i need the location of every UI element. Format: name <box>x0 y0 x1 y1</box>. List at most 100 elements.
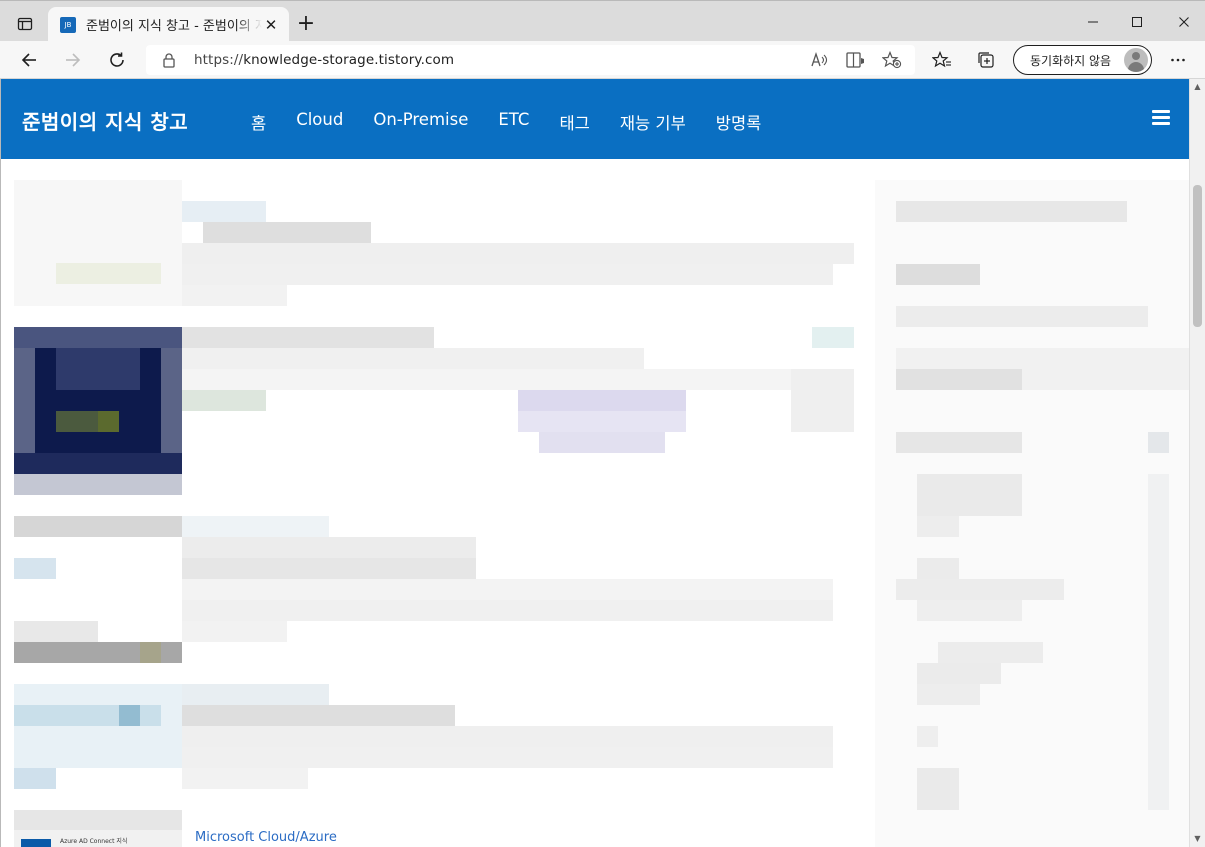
nav-etc[interactable]: ETC <box>498 110 529 134</box>
favorites-icon[interactable] <box>930 48 954 72</box>
post-excerpt-1a <box>182 243 854 264</box>
post-title-3[interactable] <box>182 537 476 558</box>
thumbnail-detail <box>14 474 182 495</box>
post-meta-2 <box>182 390 266 411</box>
post-excerpt-3a <box>182 558 476 579</box>
nav-donation[interactable]: 재능 기부 <box>620 110 686 134</box>
post-title-2[interactable] <box>182 327 434 348</box>
sidebar-item[interactable] <box>896 306 1148 327</box>
more-options-icon[interactable] <box>1166 48 1190 72</box>
menu-hamburger-icon[interactable] <box>1152 110 1170 126</box>
blog-title-link[interactable]: 준범이의 지식 창고 <box>22 106 188 135</box>
sidebar-category-item[interactable] <box>917 474 1022 516</box>
post-excerpt-2a <box>182 348 644 369</box>
sidebar-category-item[interactable] <box>917 558 959 579</box>
minimize-icon[interactable] <box>1080 9 1106 35</box>
nav-on-premise[interactable]: On-Premise <box>373 110 468 134</box>
sidebar-heading-1 <box>896 264 980 285</box>
add-favorite-icon[interactable] <box>880 48 904 72</box>
sidebar-category-item[interactable] <box>938 642 1043 663</box>
nav-tag[interactable]: 태그 <box>559 110 589 134</box>
post-thumbnail-5[interactable] <box>14 810 182 831</box>
thumbnail-detail <box>14 327 182 348</box>
forward-icon[interactable] <box>61 48 85 72</box>
thumbnail-detail <box>56 263 161 284</box>
browser-toolbar: https://knowledge-storage.tistory.com 동기… <box>0 41 1205 79</box>
blog-nav: 홈 Cloud On-Premise ETC 태그 재능 기부 방명록 <box>251 110 791 134</box>
scrollbar-thumb[interactable] <box>1193 185 1202 327</box>
thumbnail-detail <box>119 705 140 726</box>
webpage-viewport: 준범이의 지식 창고 홈 Cloud On-Premise ETC 태그 재능 … <box>0 79 1189 847</box>
back-icon[interactable] <box>17 48 41 72</box>
sidebar-category-item[interactable] <box>917 768 959 810</box>
post-embedded-image-2 <box>518 390 686 411</box>
tab-actions-icon[interactable] <box>13 13 37 35</box>
thumbnail-detail <box>14 348 35 453</box>
immersive-reader-icon[interactable] <box>843 48 867 72</box>
post-category-link-6[interactable]: Microsoft Cloud/Azure <box>195 830 337 845</box>
post-side-image-2 <box>791 369 854 432</box>
post-thumbnail-6[interactable]: Azure AD Connect 지식 <box>14 830 182 847</box>
post-category-1[interactable] <box>182 201 266 222</box>
page-scrollbar[interactable]: ▲ ▼ <box>1189 79 1205 847</box>
sidebar-heading-3 <box>896 432 1022 453</box>
close-window-icon[interactable] <box>1171 9 1197 35</box>
browser-titlebar: JB 준범이의 지식 창고 - 준범이의 지식 창고 ✕ + <box>0 0 1205 42</box>
url-text[interactable]: https://knowledge-storage.tistory.com <box>194 52 454 68</box>
blog-header: 준범이의 지식 창고 홈 Cloud On-Premise ETC 태그 재능 … <box>1 79 1189 159</box>
post-embedded-image-2 <box>518 411 686 432</box>
favicon-icon: JB <box>60 16 76 33</box>
url-scheme: https:// <box>194 52 244 68</box>
scroll-up-icon[interactable]: ▲ <box>1190 79 1205 95</box>
tab-title: 준범이의 지식 창고 - 준범이의 지식 창고 <box>86 19 262 34</box>
sidebar-category-item[interactable] <box>896 579 1064 600</box>
post-thumbnail-4[interactable] <box>14 684 182 768</box>
post-category-4[interactable] <box>182 684 329 705</box>
address-bar[interactable]: https://knowledge-storage.tistory.com <box>146 45 915 75</box>
post-meta-3 <box>182 621 287 642</box>
post-badge-2 <box>812 327 854 348</box>
sidebar-heading-2 <box>896 369 1022 390</box>
sidebar-category-item[interactable] <box>917 600 1022 621</box>
scroll-down-icon[interactable]: ▼ <box>1190 831 1205 847</box>
thumbnail-detail <box>56 348 140 390</box>
post-title-4[interactable] <box>182 705 455 726</box>
post-excerpt-3b <box>182 579 833 600</box>
post-excerpt-3c <box>182 600 833 621</box>
nav-home[interactable]: 홈 <box>251 110 266 134</box>
nav-guestbook[interactable]: 방명록 <box>716 110 762 134</box>
post-category-3[interactable] <box>182 516 329 537</box>
sidebar-toggle[interactable] <box>1148 432 1169 453</box>
post-excerpt-4b <box>182 747 833 768</box>
thumbnail-detail <box>14 768 56 789</box>
refresh-icon[interactable] <box>105 48 129 72</box>
new-tab-icon[interactable]: + <box>292 11 320 39</box>
post-title-1[interactable] <box>203 222 371 243</box>
thumbnail-detail <box>56 411 98 432</box>
nav-cloud[interactable]: Cloud <box>296 110 343 134</box>
url-host: knowledge-storage.tistory.com <box>243 52 455 68</box>
profile-sync-button[interactable]: 동기화하지 않음 <box>1013 45 1152 75</box>
azure-logo-icon <box>21 839 51 847</box>
sidebar-category-item[interactable] <box>917 516 959 537</box>
thumbnail-detail <box>161 348 182 453</box>
sidebar-category-item[interactable] <box>917 663 1001 684</box>
sidebar-search[interactable] <box>896 201 1127 222</box>
post-meta-1 <box>182 285 287 306</box>
sidebar-category-item[interactable] <box>917 726 938 747</box>
sidebar-counts <box>1148 474 1169 810</box>
post-thumbnail-3[interactable] <box>14 516 182 537</box>
post-thumbnail-1[interactable] <box>14 180 182 306</box>
maximize-icon[interactable] <box>1124 9 1150 35</box>
sidebar-category-item[interactable] <box>917 684 980 705</box>
thumbnail-detail <box>98 411 119 432</box>
read-aloud-icon[interactable] <box>807 48 831 72</box>
thumbnail-detail <box>14 558 56 579</box>
collections-icon[interactable] <box>975 48 999 72</box>
lock-icon[interactable] <box>162 52 176 73</box>
pixelated-content-area <box>1 159 1189 847</box>
sync-status-label: 동기화하지 않음 <box>1030 53 1112 68</box>
browser-tab-active[interactable]: JB 준범이의 지식 창고 - 준범이의 지식 창고 ✕ <box>48 7 289 42</box>
tab-close-icon[interactable]: ✕ <box>263 17 279 33</box>
post-excerpt-1b <box>182 264 833 285</box>
